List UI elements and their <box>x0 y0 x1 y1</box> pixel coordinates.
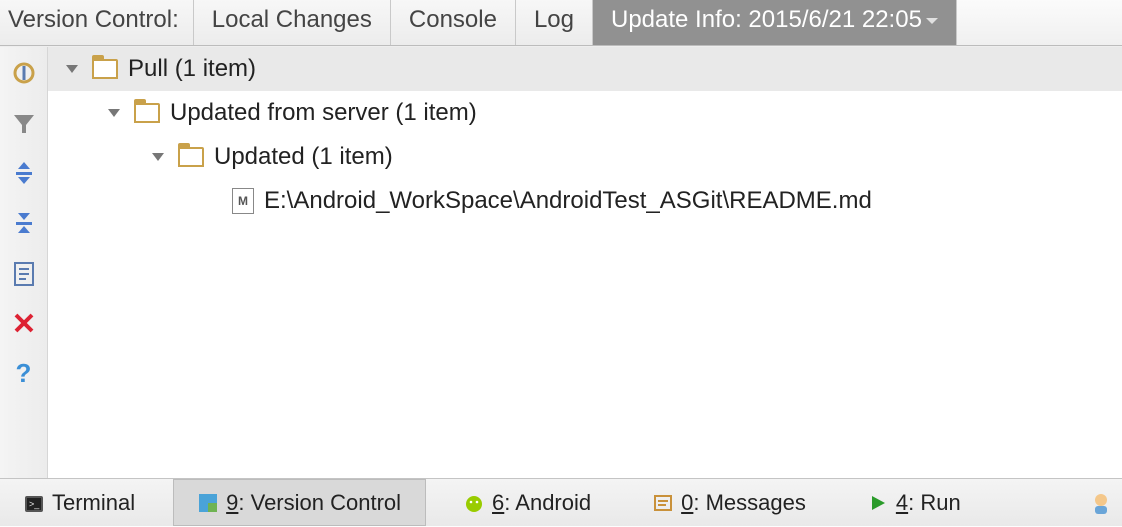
expand-all-icon[interactable] <box>8 157 40 189</box>
toolwindow-run[interactable]: 4: Run <box>844 479 985 526</box>
main-area: ? Pull (1 item) Updated from server (1 i… <box>0 46 1122 478</box>
help-icon[interactable]: ? <box>8 357 40 389</box>
run-icon <box>868 493 888 513</box>
toolwindow-messages[interactable]: 0: Messages <box>629 479 830 526</box>
tab-log[interactable]: Log <box>516 0 593 45</box>
toolwindow-android[interactable]: 6: Android <box>440 479 615 526</box>
tab-console[interactable]: Console <box>391 0 516 45</box>
assist-icon <box>1088 490 1114 516</box>
toolwindow-version-control[interactable]: 9: Version Control <box>173 479 426 526</box>
filter-icon[interactable] <box>8 107 40 139</box>
tree-node-pull[interactable]: Pull (1 item) <box>48 47 1122 91</box>
folder-icon <box>178 147 204 167</box>
collapse-all-icon[interactable] <box>8 207 40 239</box>
chevron-down-icon <box>926 18 938 24</box>
folder-icon <box>134 103 160 123</box>
tree-node-updated-from-server[interactable]: Updated from server (1 item) <box>48 91 1122 135</box>
svg-text:>_: >_ <box>29 499 40 509</box>
side-toolbar: ? <box>0 47 48 478</box>
chevron-down-icon <box>152 153 164 161</box>
tree-label: Updated from server (1 item) <box>170 99 477 127</box>
update-tree: Pull (1 item) Updated from server (1 ite… <box>48 47 1122 478</box>
tree-label: Updated (1 item) <box>214 143 393 171</box>
tree-node-updated[interactable]: Updated (1 item) <box>48 135 1122 179</box>
tree-label: E:\Android_WorkSpace\AndroidTest_ASGit\R… <box>264 187 872 215</box>
toolwindow-terminal[interactable]: >_ Terminal <box>0 479 159 526</box>
toolwindow-label: 6: Android <box>492 490 591 516</box>
assist-icon-button[interactable] <box>1080 479 1122 526</box>
toolwindow-label: 9: Version Control <box>226 490 401 516</box>
folder-icon <box>92 59 118 79</box>
clipboard-icon[interactable] <box>8 257 40 289</box>
tab-local-changes[interactable]: Local Changes <box>194 0 391 45</box>
group-icon[interactable] <box>8 57 40 89</box>
version-control-tabbar: Version Control: Local Changes Console L… <box>0 0 1122 46</box>
panel-title: Version Control: <box>0 0 194 45</box>
terminal-icon: >_ <box>24 493 44 513</box>
chevron-down-icon <box>108 109 120 117</box>
tab-update-info-label: Update Info: 2015/6/21 22:05 <box>611 6 922 33</box>
tab-update-info[interactable]: Update Info: 2015/6/21 22:05 <box>593 0 957 45</box>
android-icon <box>464 493 484 513</box>
toolwindow-label: 4: Run <box>896 490 961 516</box>
messages-icon <box>653 493 673 513</box>
close-icon[interactable] <box>8 307 40 339</box>
vcs-icon <box>198 493 218 513</box>
toolwindow-label: 0: Messages <box>681 490 806 516</box>
chevron-down-icon <box>66 65 78 73</box>
tree-node-file-readme[interactable]: M E:\Android_WorkSpace\AndroidTest_ASGit… <box>48 179 1122 223</box>
toolwindow-label: Terminal <box>52 490 135 516</box>
tree-label: Pull (1 item) <box>128 55 256 83</box>
markdown-file-icon: M <box>232 188 254 214</box>
bottom-toolwindow-bar: >_ Terminal 9: Version Control 6: Androi… <box>0 478 1122 526</box>
